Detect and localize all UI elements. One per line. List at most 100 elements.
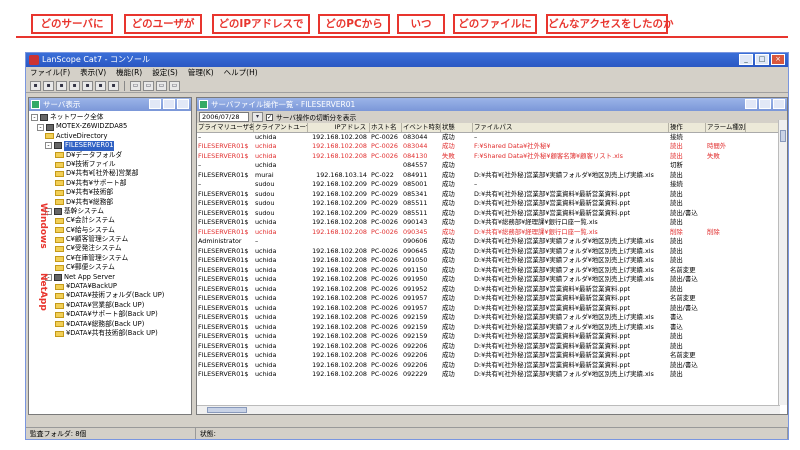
table-row[interactable]: FILESERVER01$ uchida 192.168.102.208 PC-002… (197, 294, 787, 304)
tree-node[interactable]: D¥共有¥[社外秘]営業部 (31, 169, 191, 178)
log-minimize-button[interactable] (745, 99, 757, 109)
table-row[interactable]: FILESERVER01$ uchida 192.168.102.208 PC-002… (197, 228, 787, 238)
tree-node[interactable]: C¥会計システム (31, 216, 191, 225)
log-maximize-button[interactable] (759, 99, 771, 109)
tree-node[interactable]: C¥受発注システム (31, 244, 191, 253)
table-row[interactable]: FILESERVER01$ uchida 192.168.102.208 PC-002… (197, 247, 787, 257)
table-row[interactable]: FILESERVER01$ uchida 192.168.102.208 PC-002… (197, 275, 787, 285)
table-cell: 085001 (403, 180, 428, 188)
tree-toggle-icon[interactable]: - (31, 114, 38, 122)
table-row[interactable]: FILESERVER01$ uchida 192.168.102.208 PC-002… (197, 142, 787, 152)
horizontal-scrollbar[interactable] (197, 405, 780, 414)
tree-node[interactable]: - Net App Server (31, 273, 191, 282)
vertical-scroll-thumb[interactable] (780, 130, 786, 142)
table-row[interactable]: FILESERVER01$ uchida 192.168.102.208 PC-002… (197, 323, 787, 333)
column-header[interactable]: ファイルパス (473, 123, 669, 132)
table-row[interactable]: FILESERVER01$ uchida 192.168.102.208 PC-002… (197, 152, 787, 162)
toolbar-button-7[interactable]: ▪ (108, 80, 119, 91)
menu-item[interactable]: ヘルプ(H) (224, 67, 258, 79)
table-row[interactable]: FILESERVER01$ uchida 192.168.102.208 PC-002… (197, 266, 787, 276)
column-header[interactable]: プライマリユーザ名 (197, 123, 254, 132)
table-row[interactable]: – uchida 084557 成功 切断 (197, 161, 787, 171)
view-icon-1[interactable]: ▭ (130, 80, 141, 91)
toolbar-button-4[interactable]: ▪ (69, 80, 80, 91)
tree-node[interactable]: - 基幹システム (31, 207, 191, 216)
table-row[interactable]: Administrator – 090606 成功 D:¥共有¥[社外秘]営業部¥実績フ… (197, 237, 787, 247)
table-row[interactable]: FILESERVER01$ uchida 192.168.102.208 PC-002… (197, 351, 787, 361)
tree-node[interactable]: ActiveDirectory (31, 132, 191, 141)
table-row[interactable]: FILESERVER01$ uchida 192.168.102.208 PC-002… (197, 218, 787, 228)
tree-node[interactable]: D¥共有¥技術部 (31, 188, 191, 197)
toolbar-button-5[interactable]: ▪ (82, 80, 93, 91)
column-header[interactable]: アラーム種別 (706, 123, 746, 132)
tree-node[interactable]: - ネットワーク全体 (31, 113, 191, 122)
column-header[interactable]: イベント時刻 (402, 123, 441, 132)
maximize-button[interactable]: □ (755, 54, 769, 65)
view-icon-2[interactable]: ▭ (143, 80, 154, 91)
pane-close-button[interactable] (177, 99, 189, 109)
column-header[interactable]: IPアドレス (308, 123, 370, 132)
toolbar-button-2[interactable]: ▪ (43, 80, 54, 91)
table-row[interactable]: FILESERVER01$ uchida 192.168.102.208 PC-002… (197, 304, 787, 314)
table-cell: 成功 (442, 284, 455, 293)
toolbar-button-1[interactable]: ▪ (30, 80, 41, 91)
tree-node[interactable]: ¥DATA¥サポート部(Back UP) (31, 310, 191, 319)
tree-node[interactable]: - MOTEX-Z6WIDZDA85 (31, 122, 191, 131)
table-row[interactable]: FILESERVER01$ uchida 192.168.102.208 PC-002… (197, 256, 787, 266)
menu-item[interactable]: 設定(S) (152, 67, 178, 79)
tree-node[interactable]: C¥給与システム (31, 226, 191, 235)
tree-node[interactable]: D¥技術ファイル (31, 160, 191, 169)
tree-node[interactable]: C¥在庫管理システム (31, 254, 191, 263)
tree-node[interactable]: D¥共有¥サポート部 (31, 179, 191, 188)
disconnect-filter-checkbox[interactable]: ✓ (266, 113, 273, 121)
tree-toggle-icon[interactable]: - (45, 142, 52, 150)
table-cell: FILESERVER01$ (198, 208, 249, 217)
menu-item[interactable]: 表示(V) (80, 67, 106, 79)
minimize-button[interactable]: _ (739, 54, 753, 65)
menu-item[interactable]: ファイル(F) (30, 67, 70, 79)
table-row[interactable]: FILESERVER01$ uchida 192.168.102.208 PC-002… (197, 342, 787, 352)
view-icon-3[interactable]: ▭ (156, 80, 167, 91)
date-field[interactable]: 2006/07/28 (199, 112, 249, 122)
toolbar-button-6[interactable]: ▪ (95, 80, 106, 91)
pane-minimize-button[interactable] (149, 99, 161, 109)
menu-item[interactable]: 機能(R) (116, 67, 142, 79)
view-icon-4[interactable]: ▭ (169, 80, 180, 91)
table-row[interactable]: FILESERVER01$ uchida 192.168.102.208 PC-002… (197, 332, 787, 342)
toolbar-button-3[interactable]: ▪ (56, 80, 67, 91)
tree-node[interactable]: ¥DATA¥総務部(Back UP) (31, 320, 191, 329)
tree-node[interactable]: ¥DATA¥営業部(Back UP) (31, 301, 191, 310)
table-row[interactable]: FILESERVER01$ sudou 192.168.102.209 PC-0029… (197, 199, 787, 209)
table-row[interactable]: FILESERVER01$ sudou 192.168.102.209 PC-0029… (197, 190, 787, 200)
table-row[interactable]: – uchida 192.168.102.208 PC-0026 083044 成功 – 接続 (197, 133, 787, 143)
tree-node[interactable]: - FILESERVER01 (31, 141, 191, 151)
column-header[interactable]: 状態 (441, 123, 473, 132)
table-row[interactable]: – sudou 192.168.102.209 PC-0029 085001 成功 – 接続 (197, 180, 787, 190)
table-cell: 092159 (403, 322, 428, 331)
tree-node[interactable]: C¥郵便システム (31, 263, 191, 272)
log-close-button[interactable] (773, 99, 785, 109)
table-row[interactable]: FILESERVER01$ uchida 192.168.102.208 PC-002… (197, 361, 787, 371)
date-dropdown-icon[interactable]: ▾ (252, 112, 263, 122)
menu-item[interactable]: 管理(K) (188, 67, 214, 79)
column-header[interactable]: ホスト名 (370, 123, 402, 132)
tree-node[interactable]: D¥データフォルダ (31, 151, 191, 160)
table-row[interactable]: FILESERVER01$ uchida 192.168.102.208 PC-002… (197, 313, 787, 323)
column-header[interactable]: 操作 (669, 123, 706, 132)
folder-icon (55, 321, 64, 328)
table-row[interactable]: FILESERVER01$ uchida 192.168.102.208 PC-002… (197, 285, 787, 295)
close-button[interactable]: × (771, 54, 785, 65)
horizontal-scroll-thumb[interactable] (207, 407, 247, 413)
table-row[interactable]: FILESERVER01$ uchida 192.168.102.208 PC-002… (197, 370, 787, 380)
pane-maximize-button[interactable] (163, 99, 175, 109)
table-row[interactable]: FILESERVER01$ murai 192.168.103.14 PC-022 08… (197, 171, 787, 181)
table-row[interactable]: FILESERVER01$ sudou 192.168.102.209 PC-0029… (197, 209, 787, 219)
vertical-scrollbar[interactable] (778, 120, 787, 405)
table-cell: 092159 (403, 313, 428, 321)
tree-node[interactable]: ¥DATA¥BackUP (31, 282, 191, 291)
tree-node[interactable]: D¥共有¥総務部 (31, 198, 191, 207)
tree-node[interactable]: ¥DATA¥共有技術部(Back UP) (31, 329, 191, 338)
column-header[interactable]: クライアントユーザ名 (254, 123, 308, 132)
tree-node[interactable]: ¥DATA¥技術フォルダ(Back UP) (31, 291, 191, 300)
tree-toggle-icon[interactable]: - (37, 123, 44, 131)
